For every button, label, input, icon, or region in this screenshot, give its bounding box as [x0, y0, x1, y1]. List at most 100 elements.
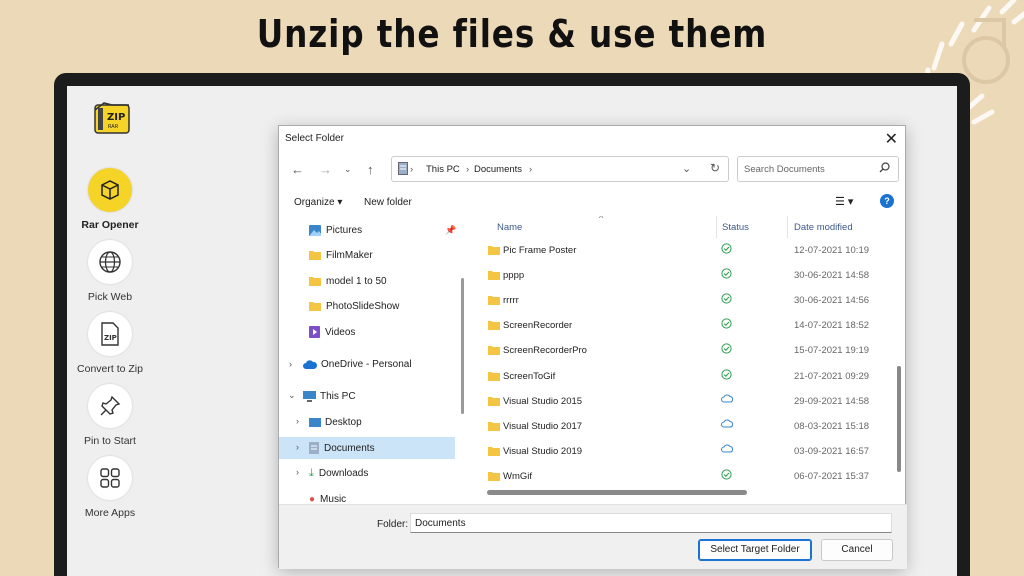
folder-icon [488, 345, 500, 358]
new-folder-button[interactable]: New folder [364, 197, 412, 208]
file-row[interactable]: Visual Studio 2017 08-03-2021 15:18 [469, 414, 889, 439]
organize-menu[interactable]: Organize ▾ [294, 197, 342, 208]
file-row[interactable]: pppp 30-06-2021 14:58 [469, 263, 889, 288]
tree-item-desktop[interactable]: Desktop [309, 411, 362, 433]
tree-item-downloads[interactable]: ⤓ Downloads [309, 462, 368, 484]
sidebar-item-pick-web[interactable]: Pick Web [70, 240, 150, 303]
apps-grid-icon [88, 456, 132, 500]
tree-item-videos[interactable]: Videos [309, 321, 355, 343]
column-status[interactable]: Status [722, 222, 749, 233]
file-row[interactable]: Visual Studio 2019 03-09-2021 16:57 [469, 439, 889, 464]
tree-item-music[interactable]: ● Music [309, 488, 346, 503]
cloud-status-icon [721, 419, 734, 431]
folder-icon [488, 421, 500, 434]
videos-icon [309, 326, 320, 338]
file-date-modified: 21-07-2021 09:29 [794, 370, 870, 382]
folder-name-input[interactable]: Documents [410, 513, 892, 533]
column-name[interactable]: Name [497, 222, 522, 233]
documents-icon [309, 442, 319, 454]
dialog-title: Select Folder [285, 133, 344, 144]
globe-icon [88, 240, 132, 284]
sidebar-item-convert-to-zip[interactable]: ZIP Convert to Zip [70, 312, 150, 375]
tree-item-photoslideshow[interactable]: PhotoSlideShow [309, 295, 399, 317]
breadcrumb-this-pc[interactable]: This PC [426, 164, 460, 175]
svg-text:ZIP: ZIP [104, 334, 117, 342]
folder-icon [309, 277, 321, 286]
package-icon [88, 168, 132, 212]
synced-check-icon [721, 293, 732, 307]
file-date-modified: 08-03-2021 15:18 [794, 420, 870, 432]
column-divider [716, 216, 717, 238]
svg-text:RAR: RAR [108, 124, 119, 130]
tree-item-onedrive[interactable]: OneDrive - Personal [303, 353, 412, 375]
pin-icon [88, 384, 132, 428]
select-target-folder-button[interactable]: Select Target Folder [698, 539, 812, 561]
help-icon[interactable]: ? [880, 194, 894, 208]
tree-item-documents[interactable]: › Documents [279, 437, 455, 459]
synced-check-icon [721, 268, 732, 282]
sidebar-label: Pick Web [87, 291, 133, 303]
file-row[interactable]: rrrrr 30-06-2021 14:56 [469, 288, 889, 313]
expand-chevron-icon[interactable]: › [289, 359, 292, 369]
address-dropdown-chevron-icon[interactable]: ⌄ [682, 162, 691, 175]
file-date-modified: 30-06-2021 14:58 [794, 270, 870, 282]
close-icon[interactable]: ✕ [885, 129, 898, 149]
collapse-chevron-icon[interactable]: ⌄ [288, 390, 296, 401]
recent-locations-chevron-icon[interactable]: ⌄ [344, 164, 352, 175]
sidebar-item-rar-opener[interactable]: Rar Opener [70, 168, 150, 231]
file-name: WmGif [503, 470, 533, 482]
horizontal-scrollbar[interactable] [487, 490, 747, 495]
search-icon [879, 162, 890, 176]
breadcrumb-separator-icon: › [529, 164, 533, 175]
synced-check-icon [721, 368, 732, 383]
file-date-modified: 12-07-2021 10:19 [794, 245, 870, 256]
file-list: ^ Name Status Date modified Pic Frame Po… [469, 216, 893, 501]
back-arrow-icon[interactable]: ← [291, 162, 304, 177]
sidebar-item-more-apps[interactable]: More Apps [70, 456, 150, 519]
file-name: Visual Studio 2017 [503, 420, 583, 432]
expand-chevron-icon[interactable]: › [296, 416, 299, 426]
file-date-modified: 03-09-2021 16:57 [794, 445, 870, 457]
forward-arrow-icon[interactable]: → [319, 162, 332, 177]
vertical-scrollbar[interactable] [897, 366, 901, 472]
folder-label: Folder: [377, 519, 409, 530]
cloud-status-icon [721, 394, 734, 406]
navigation-scrollbar[interactable] [461, 278, 464, 414]
search-placeholder: Search Documents [744, 164, 825, 175]
pin-quick-access-icon[interactable]: 📌 [445, 225, 456, 236]
file-row[interactable]: Visual Studio 2015 29-09-2021 14:58 [469, 389, 889, 414]
file-row[interactable]: WmGif 06-07-2021 15:37 [469, 464, 889, 489]
file-row[interactable]: ScreenRecorderPro 15-07-2021 19:19 [469, 338, 889, 363]
folder-icon [488, 245, 500, 258]
expand-chevron-icon[interactable]: › [296, 467, 299, 477]
expand-chevron-icon[interactable]: › [296, 442, 299, 452]
command-bar: Organize ▾ New folder ☰ ▾ ? [279, 190, 907, 214]
tree-item-model[interactable]: model 1 to 50 [309, 270, 387, 292]
file-row[interactable]: Pic Frame Poster 12-07-2021 10:19 [469, 238, 889, 263]
file-date-modified: 15-07-2021 19:19 [794, 345, 870, 357]
tree-item-this-pc[interactable]: This PC [303, 385, 356, 407]
sidebar-item-pin-to-start[interactable]: Pin to Start [70, 384, 150, 447]
refresh-icon[interactable]: ↻ [710, 161, 720, 175]
file-row[interactable]: ScreenRecorder 14-07-2021 18:52 [469, 313, 889, 338]
breadcrumb-documents[interactable]: Documents [474, 164, 522, 175]
tree-item-pictures[interactable]: Pictures [309, 219, 362, 241]
breadcrumb-separator-icon: › [410, 164, 414, 175]
file-date-modified: 30-06-2021 14:56 [794, 295, 870, 307]
cancel-button[interactable]: Cancel [821, 539, 893, 561]
search-input[interactable]: Search Documents [737, 156, 899, 182]
folder-icon [309, 251, 321, 260]
folder-icon [488, 320, 500, 333]
file-name: rrrrr [503, 295, 519, 307]
file-date-modified: 29-09-2021 14:58 [794, 395, 870, 407]
file-name: ScreenRecorderPro [503, 345, 587, 357]
file-date-modified: 14-07-2021 18:52 [794, 320, 870, 332]
column-date-modified[interactable]: Date modified [794, 222, 853, 233]
view-options-icon[interactable]: ☰ ▾ [835, 195, 853, 208]
dialog-footer: Folder: Documents Select Target Folder C… [279, 504, 907, 569]
up-arrow-icon[interactable]: ↑ [367, 162, 374, 177]
tree-item-filmmaker[interactable]: FilmMaker [309, 244, 373, 266]
file-row[interactable]: ScreenToGif 21-07-2021 09:29 [469, 364, 889, 389]
sidebar-label: Pin to Start [84, 435, 136, 447]
address-bar[interactable]: › This PC › Documents › ⌄ ↻ [391, 156, 729, 182]
